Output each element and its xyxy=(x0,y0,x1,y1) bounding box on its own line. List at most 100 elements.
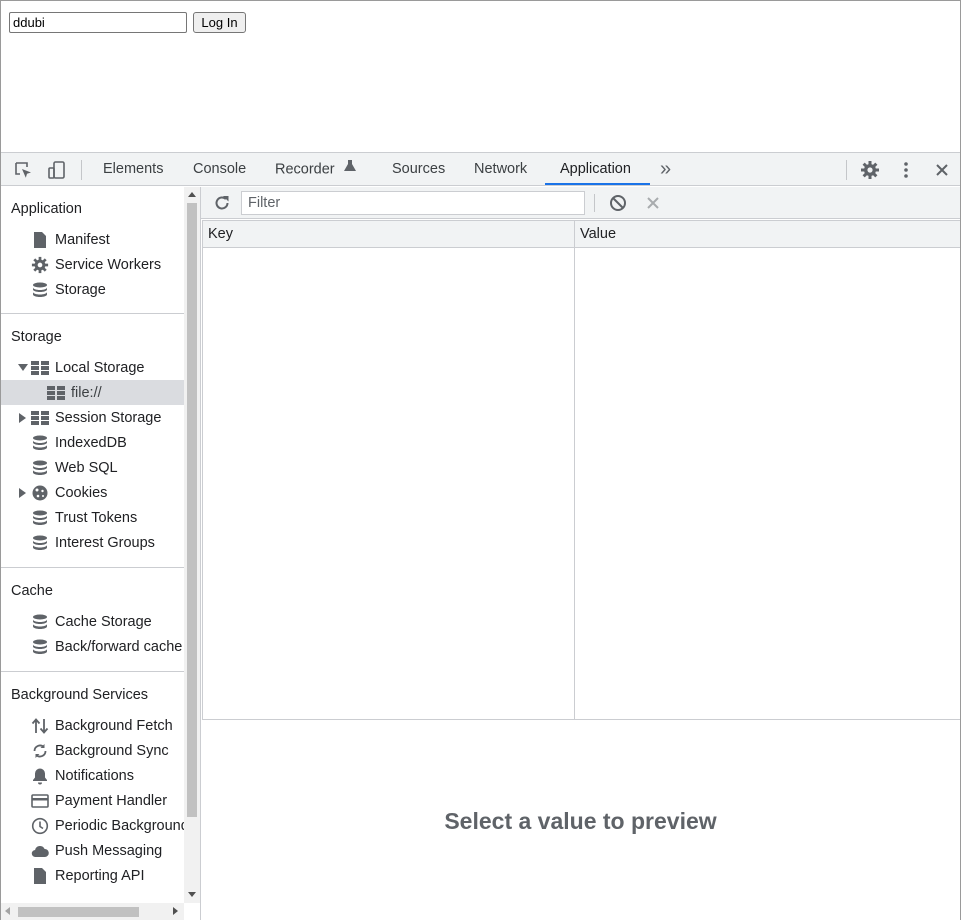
bell-icon xyxy=(31,767,49,785)
database-icon xyxy=(31,613,49,631)
more-tabs-icon[interactable]: » xyxy=(660,153,671,186)
table-icon xyxy=(47,384,65,402)
sidebar-item-label: Notifications xyxy=(55,767,134,784)
tab-network[interactable]: Network xyxy=(474,153,527,186)
column-divider[interactable] xyxy=(574,221,575,719)
sidebar-item-payment-handler[interactable]: Payment Handler xyxy=(1,788,184,813)
sidebar-item-cache-storage[interactable]: Cache Storage xyxy=(1,609,184,634)
close-devtools-icon[interactable] xyxy=(930,158,954,182)
cookie-icon xyxy=(31,484,49,502)
section-title-storage: Storage xyxy=(11,329,62,345)
tab-recorder[interactable]: Recorder xyxy=(275,153,357,186)
sync-icon xyxy=(31,742,49,760)
document-icon xyxy=(31,867,49,885)
login-button[interactable]: Log In xyxy=(193,12,246,33)
inspect-element-icon[interactable] xyxy=(11,158,35,182)
section-divider xyxy=(1,671,184,672)
collapsed-triangle-icon[interactable] xyxy=(17,412,29,424)
sidebar-item-push-messaging[interactable]: Push Messaging xyxy=(1,838,184,863)
sidebar-item-cookies[interactable]: Cookies xyxy=(1,480,184,505)
scroll-left-arrow-icon[interactable] xyxy=(5,907,10,915)
scrollbar-thumb[interactable] xyxy=(18,907,139,917)
sidebar-item-manifest[interactable]: Manifest xyxy=(1,227,184,252)
sidebar-item-web-sql[interactable]: Web SQL xyxy=(1,455,184,480)
sidebar-item-background-sync[interactable]: Background Sync xyxy=(1,738,184,763)
expanded-triangle-icon[interactable] xyxy=(17,362,29,374)
tab-sources[interactable]: Sources xyxy=(392,153,445,186)
application-sidebar: Application Manifest Service Workers Sto… xyxy=(1,187,201,920)
devtools-tabbar: Elements Console Recorder Sources Networ… xyxy=(1,152,960,186)
sidebar-item-file-origin[interactable]: file:// xyxy=(1,380,184,405)
section-divider xyxy=(1,313,184,314)
scroll-up-arrow-icon[interactable] xyxy=(188,192,196,197)
sidebar-vertical-scrollbar[interactable] xyxy=(184,187,200,903)
sidebar-item-label: Payment Handler xyxy=(55,792,168,809)
sidebar-item-notifications[interactable]: Notifications xyxy=(1,763,184,788)
flask-icon xyxy=(343,153,357,186)
section-title-cache: Cache xyxy=(11,583,53,599)
clear-all-icon[interactable] xyxy=(606,191,630,215)
refresh-icon[interactable] xyxy=(210,191,234,215)
sidebar-item-local-storage[interactable]: Local Storage xyxy=(1,355,184,380)
collapsed-triangle-icon[interactable] xyxy=(17,487,29,499)
storage-data-grid: Key Value xyxy=(202,220,960,720)
active-tab-indicator xyxy=(545,183,650,185)
username-input[interactable] xyxy=(9,12,187,33)
section-title-application: Application xyxy=(11,201,82,217)
up-down-arrows-icon xyxy=(31,717,49,735)
toolbar-divider xyxy=(594,194,595,212)
scroll-right-arrow-icon[interactable] xyxy=(173,907,178,915)
more-options-icon[interactable] xyxy=(894,158,918,182)
sidebar-item-session-storage[interactable]: Session Storage xyxy=(1,405,184,430)
sidebar-item-background-fetch[interactable]: Background Fetch xyxy=(1,713,184,738)
sidebar-item-indexeddb[interactable]: IndexedDB xyxy=(1,430,184,455)
sidebar-item-label: Periodic Background Sync xyxy=(55,817,200,834)
toolbar-divider xyxy=(846,160,847,180)
sidebar-item-label: IndexedDB xyxy=(55,434,127,451)
sidebar-item-label: Session Storage xyxy=(55,409,162,426)
table-icon xyxy=(31,359,49,377)
sidebar-item-label: Service Workers xyxy=(55,256,162,273)
document-icon xyxy=(31,231,49,249)
toolbar-divider xyxy=(81,160,82,180)
database-icon xyxy=(31,434,49,452)
sidebar-item-reporting-api[interactable]: Reporting API xyxy=(1,863,184,888)
section-title-background-services: Background Services xyxy=(11,687,149,703)
database-icon xyxy=(31,509,49,527)
clock-icon xyxy=(31,817,49,835)
sidebar-item-back-forward-cache[interactable]: Back/forward cache xyxy=(1,634,184,659)
column-header-key[interactable]: Key xyxy=(203,221,233,248)
sidebar-item-label: Reporting API xyxy=(55,867,145,884)
table-icon xyxy=(31,409,49,427)
settings-gear-icon[interactable] xyxy=(858,158,882,182)
sidebar-item-service-workers[interactable]: Service Workers xyxy=(1,252,184,277)
sidebar-item-storage[interactable]: Storage xyxy=(1,277,184,302)
tab-console[interactable]: Console xyxy=(193,153,246,186)
filter-input[interactable] xyxy=(241,191,585,215)
credit-card-icon xyxy=(31,792,49,810)
sidebar-item-label: Background Sync xyxy=(55,742,169,759)
gear-icon xyxy=(31,256,49,274)
sidebar-item-label: Cookies xyxy=(55,484,108,501)
scroll-down-arrow-icon[interactable] xyxy=(188,892,196,897)
device-toolbar-icon[interactable] xyxy=(45,158,69,182)
sidebar-item-label: Cache Storage xyxy=(55,613,152,630)
sidebar-item-label: Storage xyxy=(55,281,106,298)
sidebar-horizontal-scrollbar[interactable] xyxy=(1,903,184,920)
storage-toolbar xyxy=(201,187,960,219)
delete-selected-icon[interactable] xyxy=(641,191,665,215)
sidebar-item-trust-tokens[interactable]: Trust Tokens xyxy=(1,505,184,530)
database-icon xyxy=(31,638,49,656)
tab-elements[interactable]: Elements xyxy=(103,153,163,186)
scrollbar-thumb[interactable] xyxy=(187,203,197,817)
section-divider xyxy=(1,567,184,568)
column-header-value[interactable]: Value xyxy=(575,221,616,248)
devtools-panel: Elements Console Recorder Sources Networ… xyxy=(0,152,961,920)
cloud-icon xyxy=(31,842,49,860)
sidebar-item-periodic-background-sync[interactable]: Periodic Background Sync xyxy=(1,813,200,838)
sidebar-item-label: Web SQL xyxy=(55,459,118,476)
sidebar-item-interest-groups[interactable]: Interest Groups xyxy=(1,530,184,555)
local-storage-panel: Key Value Select a value to preview xyxy=(201,187,960,920)
tab-application[interactable]: Application xyxy=(560,153,631,186)
grid-header: Key Value xyxy=(203,221,960,248)
